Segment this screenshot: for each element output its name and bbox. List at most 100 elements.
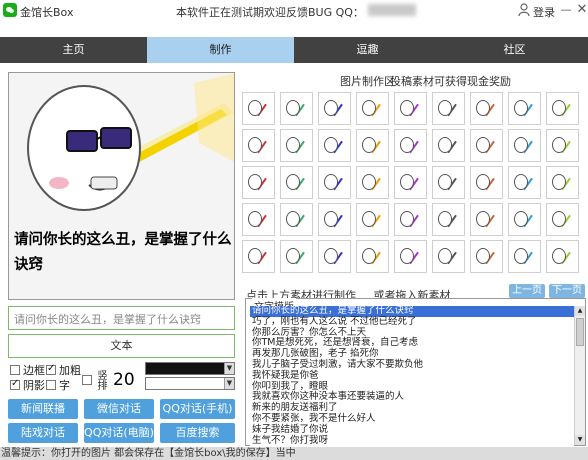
- text-color-select[interactable]: ▼: [145, 362, 235, 375]
- template-thumbnail[interactable]: [546, 129, 579, 162]
- template-thumbnail[interactable]: [508, 92, 541, 125]
- template-thumbnail[interactable]: [242, 92, 275, 125]
- template-thumbnail[interactable]: [318, 166, 351, 199]
- template-thumbnail[interactable]: [242, 240, 275, 273]
- template-thumbnail[interactable]: [280, 92, 313, 125]
- template-thumbnail[interactable]: [470, 166, 503, 199]
- template-thumbnail[interactable]: [432, 203, 465, 236]
- chevron-down-icon: ▼: [224, 363, 234, 374]
- list-scrollbar[interactable]: ▲ ▼: [574, 306, 585, 445]
- template-item[interactable]: 妹子我结婚了你说: [250, 424, 574, 436]
- bold-checkbox[interactable]: [46, 363, 56, 375]
- vertical-option[interactable]: 竖排: [82, 370, 106, 390]
- font-select[interactable]: ▼: [145, 377, 235, 390]
- scroll-thumb[interactable]: [576, 318, 584, 346]
- baidu-search-button[interactable]: 百度搜索: [160, 423, 235, 443]
- face-icon: [248, 211, 262, 227]
- face-icon: [476, 100, 490, 116]
- template-item[interactable]: 我怀疑我是你爸: [250, 370, 574, 382]
- template-thumbnail[interactable]: [394, 203, 427, 236]
- template-thumbnail[interactable]: [432, 166, 465, 199]
- face-icon: [248, 137, 262, 153]
- template-thumbnail[interactable]: [546, 166, 579, 199]
- scroll-up-icon[interactable]: ▲: [575, 306, 585, 316]
- game-chat-button[interactable]: 陆戏对话: [8, 423, 78, 443]
- tab-fun[interactable]: 逗趣: [294, 37, 441, 63]
- template-thumbnail[interactable]: [470, 203, 503, 236]
- template-thumbnail[interactable]: [318, 203, 351, 236]
- template-thumbnail[interactable]: [508, 166, 541, 199]
- template-thumbnail[interactable]: [470, 240, 503, 273]
- caption-input[interactable]: 请问你长的这么丑，是掌握了什么诀窍: [8, 306, 235, 330]
- template-thumbnail[interactable]: [242, 129, 275, 162]
- template-thumbnail[interactable]: [470, 129, 503, 162]
- template-thumbnail[interactable]: [356, 240, 389, 273]
- face-icon: [362, 211, 376, 227]
- template-thumbnail[interactable]: [280, 240, 313, 273]
- template-thumbnail[interactable]: [356, 92, 389, 125]
- template-thumbnail[interactable]: [432, 240, 465, 273]
- template-thumbnail[interactable]: [470, 92, 503, 125]
- face-icon: [514, 137, 528, 153]
- bold-option[interactable]: 加粗: [46, 362, 81, 378]
- template-thumbnail[interactable]: [508, 240, 541, 273]
- tab-home[interactable]: 主页: [0, 37, 147, 63]
- face-icon: [514, 174, 528, 190]
- qq-chat-pc-button[interactable]: QQ对话(电脑): [84, 423, 154, 443]
- template-thumbnail[interactable]: [546, 92, 579, 125]
- template-thumbnail[interactable]: [242, 166, 275, 199]
- template-thumbnail[interactable]: [242, 203, 275, 236]
- template-thumbnail[interactable]: [280, 129, 313, 162]
- template-thumbnail[interactable]: [394, 240, 427, 273]
- vertical-checkbox[interactable]: [82, 375, 92, 385]
- template-thumbnail[interactable]: [318, 129, 351, 162]
- char-checkbox[interactable]: [46, 380, 56, 390]
- login-button[interactable]: 登录: [533, 4, 555, 20]
- template-thumbnail[interactable]: [546, 203, 579, 236]
- char-option[interactable]: 字: [46, 377, 70, 393]
- template-thumbnail[interactable]: [356, 166, 389, 199]
- wechat-chat-button[interactable]: 微信对话: [84, 399, 154, 419]
- text-template-list[interactable]: 请问你长的这么丑，是掌握了什么诀窍 巧了，刚也有人这么说 不过他已经死了 你那么厉害…: [250, 306, 574, 446]
- tab-make[interactable]: 制作: [147, 37, 294, 63]
- scroll-down-icon[interactable]: ▼: [575, 435, 585, 445]
- shadow-option[interactable]: 阴影: [10, 377, 45, 393]
- template-thumbnail[interactable]: [432, 92, 465, 125]
- face-icon: [286, 211, 300, 227]
- template-thumbnail[interactable]: [508, 203, 541, 236]
- template-thumbnail[interactable]: [432, 129, 465, 162]
- qq-chat-mobile-button[interactable]: QQ对话(手机): [160, 399, 235, 419]
- face-icon: [514, 248, 528, 264]
- border-checkbox[interactable]: [10, 365, 20, 375]
- template-item[interactable]: 巧了，刚也有人这么说 不过他已经死了: [250, 316, 574, 328]
- tab-community[interactable]: 社区: [441, 37, 588, 63]
- text-button[interactable]: 文本: [8, 334, 235, 358]
- news-broadcast-button[interactable]: 新闻联播: [8, 399, 78, 419]
- face-icon: [400, 211, 414, 227]
- next-page-button[interactable]: 下一页: [549, 284, 585, 298]
- template-item[interactable]: 生气不？你打我呀: [250, 435, 574, 446]
- user-icon[interactable]: [518, 3, 530, 17]
- picture-area-title: 图片制作区: [340, 75, 395, 88]
- meme-caption: 请问你长的这么丑，是掌握了什么诀窍: [14, 232, 232, 273]
- template-thumbnail[interactable]: [394, 166, 427, 199]
- shadow-checkbox[interactable]: [10, 378, 20, 390]
- face-icon: [248, 248, 262, 264]
- template-thumbnail[interactable]: [394, 129, 427, 162]
- template-thumbnail[interactable]: [508, 129, 541, 162]
- font-size-value[interactable]: 20: [113, 369, 141, 391]
- prev-page-button[interactable]: 上一页: [509, 284, 545, 298]
- template-thumbnail[interactable]: [356, 203, 389, 236]
- close-button[interactable]: ✕: [576, 2, 588, 17]
- template-thumbnail[interactable]: [394, 92, 427, 125]
- beta-notice: 本软件正在测试期欢迎反馈BUG QQ：: [176, 6, 364, 19]
- template-thumbnail[interactable]: [280, 166, 313, 199]
- face-icon: [400, 248, 414, 264]
- template-thumbnail[interactable]: [280, 203, 313, 236]
- template-thumbnail[interactable]: [546, 240, 579, 273]
- template-thumbnail[interactable]: [318, 92, 351, 125]
- template-thumbnail[interactable]: [356, 129, 389, 162]
- template-thumbnail[interactable]: [318, 240, 351, 273]
- border-option[interactable]: 边框: [10, 362, 45, 378]
- minimize-button[interactable]: —: [560, 3, 572, 17]
